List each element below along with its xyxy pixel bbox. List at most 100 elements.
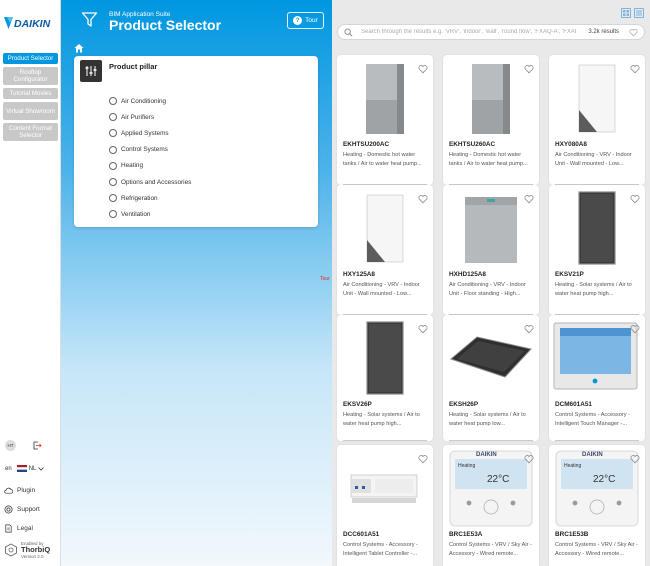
list-view-icon xyxy=(636,10,642,16)
product-card[interactable]: EKHTSU200AC Heating - Domestic hot water … xyxy=(337,55,433,185)
favorite-heart-icon[interactable] xyxy=(524,454,534,464)
favorite-heart-icon[interactable] xyxy=(524,194,534,204)
product-card[interactable]: HXHD125A8 Air Conditioning - VRV - Indoor… xyxy=(443,185,539,315)
option-heating[interactable]: Heating xyxy=(109,158,191,174)
option-options-and-accessories[interactable]: Options and Accessories xyxy=(109,174,191,190)
product-card[interactable]: EKHTSU260AC Heating - Domestic hot water … xyxy=(443,55,539,185)
option-label: Air Purifiers xyxy=(121,113,155,121)
region-select[interactable]: NL xyxy=(16,465,45,472)
product-description: Heating - Solar systems / Air to water h… xyxy=(343,412,420,427)
product-code[interactable]: HXY125A8 xyxy=(343,271,375,278)
sidebar-item-tutorial-movies[interactable]: Tutorial Movies xyxy=(3,88,58,99)
product-code[interactable]: HXHD125A8 xyxy=(449,271,486,278)
product-card[interactable]: DCC601A51 Control Systems - Accessory - I… xyxy=(337,445,433,566)
product-card[interactable]: HXY080A8 Air Conditioning - VRV - Indoor … xyxy=(549,55,645,185)
option-label: Refrigeration xyxy=(121,194,158,202)
radio-button[interactable] xyxy=(109,194,117,203)
radio-button[interactable] xyxy=(109,210,117,219)
cloud-icon xyxy=(4,487,13,494)
radio-button[interactable] xyxy=(109,97,117,106)
favorite-heart-icon[interactable] xyxy=(418,194,428,204)
product-description: Heating - Domestic hot water tanks / Air… xyxy=(449,152,528,167)
chevron-down-icon xyxy=(38,466,45,471)
sidebar-item-product-selector[interactable]: Product Selector xyxy=(3,53,58,64)
favorite-heart-icon[interactable] xyxy=(630,454,640,464)
product-code[interactable]: EKHTSU260AC xyxy=(449,141,495,148)
search-bar: 3.2k results xyxy=(337,24,645,40)
support-label: Support xyxy=(17,506,40,513)
favorite-heart-icon[interactable] xyxy=(630,194,640,204)
favorite-heart-icon[interactable] xyxy=(630,324,640,334)
option-applied-systems[interactable]: Applied Systems xyxy=(109,125,191,141)
language-select[interactable]: en xyxy=(5,466,12,472)
thorbiq-brand: ThorbiQ xyxy=(21,545,51,554)
sidebar: DAIKIN Product Selector Rooftop Configur… xyxy=(0,0,61,566)
radio-button[interactable] xyxy=(109,145,117,154)
home-icon[interactable] xyxy=(74,43,84,53)
product-card[interactable]: EKSV26P Heating - Solar systems / Air to … xyxy=(337,315,433,441)
product-code[interactable]: EKSV26P xyxy=(343,401,372,408)
radio-button[interactable] xyxy=(109,129,117,138)
support-link[interactable]: Support xyxy=(4,505,40,514)
option-air-conditioning[interactable]: Air Conditioning xyxy=(109,93,191,109)
product-code[interactable]: HXY080A8 xyxy=(555,141,587,148)
product-description: Control Systems - Accessory - Intelligen… xyxy=(555,412,630,427)
svg-text:22°C: 22°C xyxy=(593,474,615,485)
support-icon xyxy=(4,505,13,514)
product-card[interactable]: EKSH26P Heating - Solar systems / Air to … xyxy=(443,315,539,441)
filter-icon xyxy=(81,12,98,27)
svg-text:Heating: Heating xyxy=(564,463,581,469)
legal-label: Legal xyxy=(17,525,33,532)
favorite-heart-icon[interactable] xyxy=(524,324,534,334)
daikin-logo[interactable]: DAIKIN xyxy=(4,16,58,30)
product-code[interactable]: DCM601A51 xyxy=(555,401,592,408)
sidebar-item-virtual-showroom[interactable]: Virtual Showroom xyxy=(3,102,58,120)
product-code[interactable]: EKSV21P xyxy=(555,271,584,278)
thorbiq-logo-icon xyxy=(5,543,17,557)
svg-text:22°C: 22°C xyxy=(487,474,509,485)
radio-button[interactable] xyxy=(109,113,117,122)
product-card[interactable]: Heating 22°C DAIKIN BRC1E53B Control Systems… xyxy=(549,445,645,566)
radio-button[interactable] xyxy=(109,178,117,187)
product-code[interactable]: BRC1E53A xyxy=(449,531,482,538)
sidebar-item-rooftop-configurator[interactable]: Rooftop Configurator xyxy=(3,67,58,85)
legal-link[interactable]: Legal xyxy=(4,524,33,533)
results-count: 3.2k results xyxy=(588,29,619,35)
plugin-link[interactable]: Plugin xyxy=(4,486,35,495)
favorite-heart-icon[interactable] xyxy=(418,454,428,464)
option-label: Applied Systems xyxy=(121,129,169,137)
product-code[interactable]: EKHTSU200AC xyxy=(343,141,389,148)
search-input[interactable] xyxy=(361,29,589,35)
product-pillar-card: Product pillar Air Conditioning Air Puri… xyxy=(74,56,318,227)
option-label: Heating xyxy=(121,162,144,170)
tour-label: Tour xyxy=(305,17,318,24)
product-code[interactable]: DCC601A51 xyxy=(343,531,379,538)
product-card[interactable]: HXY125A8 Air Conditioning - VRV - Indoor … xyxy=(337,185,433,315)
list-view-toggle[interactable] xyxy=(634,8,644,18)
favorite-heart-icon[interactable] xyxy=(418,324,428,334)
favorite-heart-icon[interactable] xyxy=(630,64,640,74)
tour-button[interactable]: ? Tour xyxy=(287,12,324,29)
favorites-filter-icon[interactable] xyxy=(629,28,638,37)
product-card[interactable]: DCM601A51 Control Systems - Accessory - I… xyxy=(549,315,645,441)
favorite-heart-icon[interactable] xyxy=(524,64,534,74)
avatar[interactable]: HT xyxy=(5,440,16,451)
product-code[interactable]: EKSH26P xyxy=(449,401,478,408)
product-card[interactable]: Heating 22°C DAIKIN BRC1E53A Control Systems… xyxy=(443,445,539,566)
option-label: Options and Accessories xyxy=(121,178,192,186)
radio-button[interactable] xyxy=(109,161,117,170)
logout-icon[interactable] xyxy=(32,441,42,450)
product-description: Heating - Domestic hot water tanks / Air… xyxy=(343,152,422,167)
option-label: Control Systems xyxy=(121,146,168,154)
grid-view-toggle[interactable] xyxy=(621,8,631,18)
thorbiq-credit[interactable]: Enabled by ThorbiQ Version 2.0 xyxy=(4,541,50,559)
option-refrigeration[interactable]: Refrigeration xyxy=(109,190,191,206)
option-label: Air Conditioning xyxy=(121,97,167,105)
product-code[interactable]: BRC1E53B xyxy=(555,531,588,538)
option-ventilation[interactable]: Ventilation xyxy=(109,206,191,222)
option-air-purifiers[interactable]: Air Purifiers xyxy=(109,109,191,125)
option-control-systems[interactable]: Control Systems xyxy=(109,142,191,158)
sidebar-item-content-format-selector[interactable]: Content Format Selector xyxy=(3,123,58,141)
product-card[interactable]: EKSV21P Heating - Solar systems / Air to … xyxy=(549,185,645,315)
favorite-heart-icon[interactable] xyxy=(418,64,428,74)
